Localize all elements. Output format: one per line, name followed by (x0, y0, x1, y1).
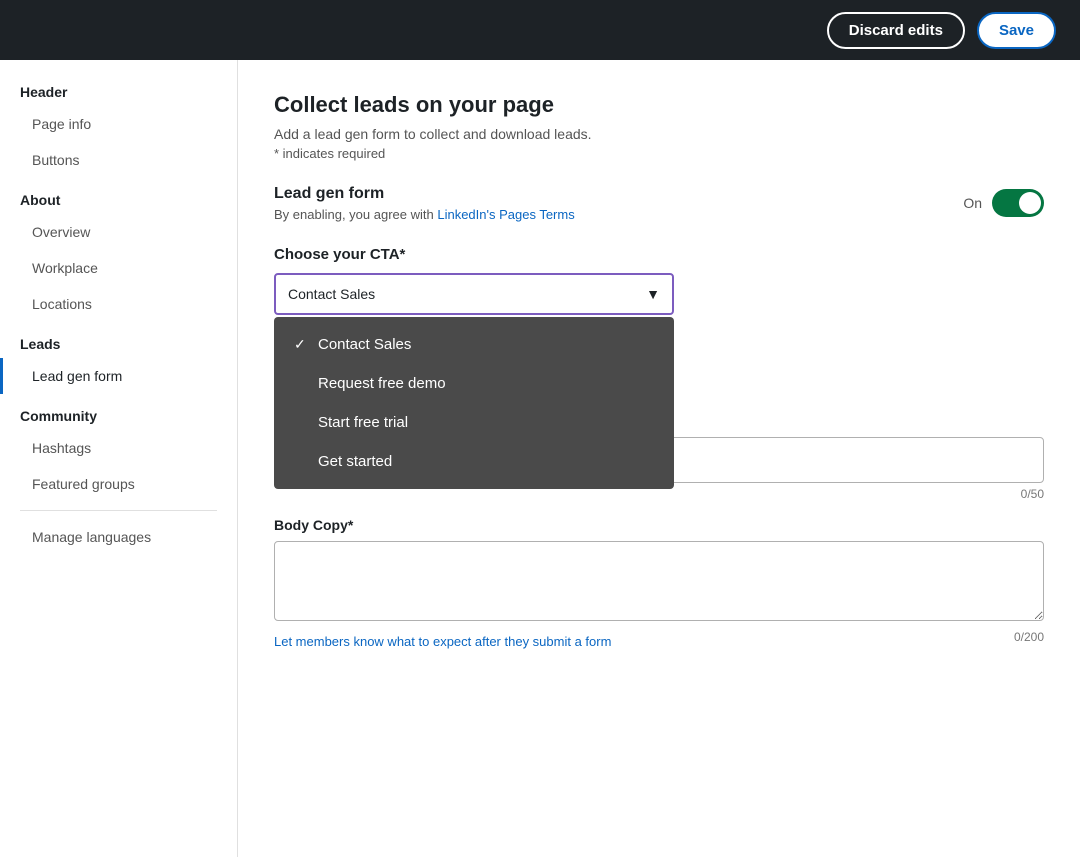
sidebar-section-about: About (0, 178, 237, 214)
toggle-right: On (963, 189, 1044, 217)
sidebar-item-overview[interactable]: Overview (0, 214, 237, 250)
required-note: * indicates required (274, 146, 1044, 161)
cta-option-request-free-demo[interactable]: ✓ Request free demo (274, 364, 674, 403)
lead-gen-sublabel-text: By enabling, you agree with (274, 207, 434, 222)
sidebar-item-buttons[interactable]: Buttons (0, 142, 237, 178)
sidebar-item-locations[interactable]: Locations (0, 286, 237, 322)
body-copy-char-count: 0/200 (1014, 630, 1044, 644)
cta-option-label: Contact Sales (318, 336, 411, 353)
sidebar-section-community: Community (0, 394, 237, 430)
cta-section: Choose your CTA* Contact Sales ▼ ✓ Conta… (274, 246, 1044, 315)
lead-gen-label: Lead gen form (274, 185, 575, 203)
checkmark-icon: ✓ (294, 336, 310, 353)
body-copy-input[interactable] (274, 541, 1044, 621)
linkedin-pages-terms-link[interactable]: LinkedIn's Pages Terms (437, 207, 574, 222)
layout: Header Page info Buttons About Overview … (0, 60, 1080, 857)
sidebar-item-hashtags[interactable]: Hashtags (0, 430, 237, 466)
sidebar-item-lead-gen-form[interactable]: Lead gen form (0, 358, 237, 394)
sidebar-divider (20, 510, 217, 511)
body-copy-hint: Let members know what to expect after th… (274, 634, 611, 649)
lead-gen-toggle[interactable] (992, 189, 1044, 217)
cta-option-label: Request free demo (318, 375, 446, 392)
discard-edits-button[interactable]: Discard edits (827, 12, 965, 49)
cta-option-start-free-trial[interactable]: ✓ Start free trial (274, 403, 674, 442)
cta-option-label: Start free trial (318, 414, 408, 431)
topbar: Discard edits Save (0, 0, 1080, 60)
sidebar-item-featured-groups[interactable]: Featured groups (0, 466, 237, 502)
sidebar-header: Header (0, 70, 237, 106)
sidebar-section-leads: Leads (0, 322, 237, 358)
page-subtitle: Add a lead gen form to collect and downl… (274, 126, 1044, 142)
save-button[interactable]: Save (977, 12, 1056, 49)
main-content: Collect leads on your page Add a lead ge… (238, 60, 1080, 857)
headline-char-count: 0/50 (274, 487, 1044, 501)
sidebar-item-manage-languages[interactable]: Manage languages (0, 519, 237, 555)
cta-dropdown-container: Contact Sales ▼ ✓ Contact Sales ✓ Reques… (274, 273, 1044, 315)
toggle-on-text: On (963, 195, 982, 211)
chevron-down-icon: ▼ (646, 286, 660, 302)
lead-gen-label-group: Lead gen form By enabling, you agree wit… (274, 185, 575, 222)
cta-option-get-started[interactable]: ✓ Get started (274, 442, 674, 481)
sidebar-item-workplace[interactable]: Workplace (0, 250, 237, 286)
lead-gen-sublabel: By enabling, you agree with LinkedIn's P… (274, 207, 575, 222)
body-copy-footer: Let members know what to expect after th… (274, 630, 1044, 649)
cta-selected-value: Contact Sales (288, 286, 375, 302)
cta-dropdown-menu: ✓ Contact Sales ✓ Request free demo ✓ St… (274, 317, 674, 489)
cta-dropdown-trigger[interactable]: Contact Sales ▼ (274, 273, 674, 315)
cta-label: Choose your CTA* (274, 246, 1044, 263)
lead-gen-toggle-row: Lead gen form By enabling, you agree wit… (274, 185, 1044, 222)
page-title: Collect leads on your page (274, 92, 1044, 118)
cta-option-contact-sales[interactable]: ✓ Contact Sales (274, 325, 674, 364)
sidebar: Header Page info Buttons About Overview … (0, 60, 238, 857)
body-copy-label: Body Copy* (274, 517, 1044, 533)
sidebar-item-page-info[interactable]: Page info (0, 106, 237, 142)
cta-option-label: Get started (318, 453, 392, 470)
body-copy-field-group: Body Copy* Let members know what to expe… (274, 517, 1044, 649)
